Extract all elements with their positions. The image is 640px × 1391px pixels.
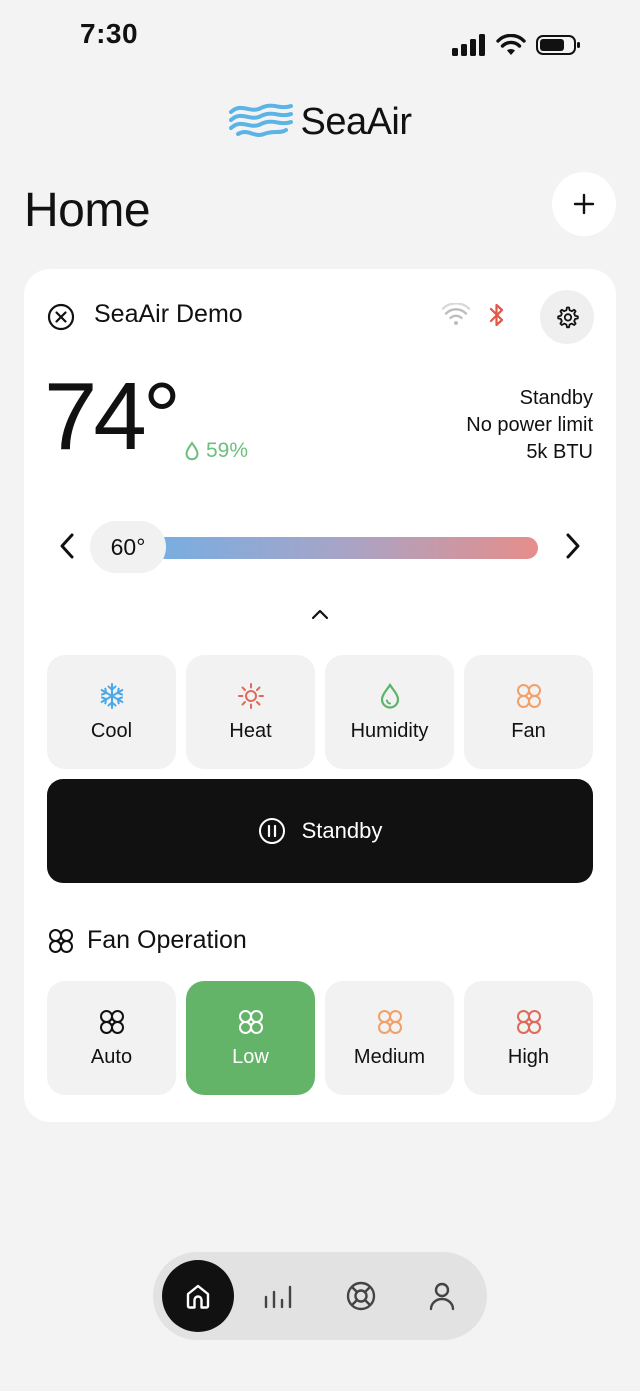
fan-low-button[interactable]: Low: [186, 981, 315, 1095]
status-time: 7:30: [80, 18, 139, 49]
status-power: No power limit: [466, 414, 593, 436]
fan-medium-button[interactable]: Medium: [325, 981, 454, 1095]
nav-support[interactable]: [326, 1261, 396, 1331]
pause-circle-icon: [258, 818, 285, 844]
fan-speed-selector: Auto Low Medium High: [47, 981, 593, 1095]
fan-speed-label: Auto: [90, 1045, 133, 1068]
fan-icon: [377, 1009, 402, 1034]
profile-icon: [429, 1282, 455, 1311]
fan-operation-heading: Fan Operation: [47, 926, 247, 955]
mode-cool-button[interactable]: Cool: [47, 655, 176, 769]
mode-label: Fan: [511, 719, 546, 742]
device-status: Standby No power limit 5k BTU: [466, 385, 593, 466]
device-card: SeaAir Demo 74° 59% Standby No power lim…: [24, 269, 616, 1122]
support-icon: [346, 1281, 376, 1311]
snowflake-icon: [100, 682, 123, 709]
nav-home[interactable]: [162, 1260, 234, 1332]
signal-icon: [452, 34, 485, 56]
nav-stats[interactable]: [245, 1261, 315, 1331]
wave-logo-icon: [229, 103, 294, 137]
fan-icon: [99, 1009, 124, 1034]
device-name: SeaAir Demo: [94, 300, 243, 328]
setpoint-slider[interactable]: [154, 537, 538, 559]
setpoint-value[interactable]: 60°: [90, 521, 166, 573]
mode-heat-button[interactable]: Heat: [186, 655, 315, 769]
nav-profile[interactable]: [407, 1261, 477, 1331]
status-capacity: 5k BTU: [526, 441, 593, 463]
battery-icon: [536, 35, 580, 55]
gear-icon: [557, 306, 579, 329]
fan-speed-label: Medium: [353, 1045, 426, 1068]
droplet-icon: [380, 682, 399, 709]
wifi-icon: [442, 303, 470, 325]
fan-speed-label: Low: [232, 1045, 269, 1068]
status-mode: Standby: [519, 387, 593, 409]
fan-high-button[interactable]: High: [464, 981, 593, 1095]
humidity-readout: 59%: [184, 439, 248, 463]
mode-label: Heat: [229, 719, 272, 742]
bottom-nav: [153, 1252, 487, 1340]
fan-auto-button[interactable]: Auto: [47, 981, 176, 1095]
current-temperature: 74°: [44, 363, 181, 470]
fan-speed-label: High: [507, 1045, 550, 1068]
page-title: Home: [24, 184, 151, 237]
add-device-button[interactable]: [552, 172, 616, 236]
chevron-left-icon[interactable]: [57, 531, 77, 561]
chevron-up-icon[interactable]: [310, 607, 330, 621]
sun-icon: [237, 682, 264, 709]
fan-icon: [516, 1009, 541, 1034]
wifi-status-icon: [496, 34, 526, 55]
fan-operation-title: Fan Operation: [87, 926, 247, 954]
standby-label: Standby: [301, 818, 383, 843]
close-circle-icon[interactable]: [47, 303, 75, 331]
bluetooth-icon: [489, 303, 504, 327]
mode-fan-button[interactable]: Fan: [464, 655, 593, 769]
chevron-right-icon[interactable]: [563, 531, 583, 561]
humidity-value: 59%: [206, 439, 249, 462]
device-settings-button[interactable]: [540, 290, 594, 344]
mode-selector: Cool Heat Humidity Fan: [47, 655, 593, 769]
fan-icon: [238, 1009, 263, 1034]
fan-icon: [49, 928, 73, 953]
logo-text: SeaAir: [300, 100, 412, 143]
home-icon: [186, 1284, 210, 1309]
brand-logo: SeaAir: [0, 100, 640, 144]
mode-label: Humidity: [350, 719, 429, 742]
status-icons: [452, 34, 582, 56]
standby-button[interactable]: Standby: [47, 779, 593, 883]
fan-icon: [516, 683, 541, 708]
stats-icon: [264, 1285, 292, 1309]
plus-icon: [573, 193, 595, 215]
droplet-icon: [185, 441, 199, 461]
mode-label: Cool: [90, 719, 133, 742]
mode-humidity-button[interactable]: Humidity: [325, 655, 454, 769]
